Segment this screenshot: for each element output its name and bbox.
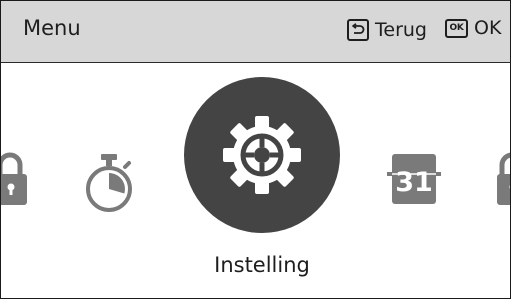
menu-carousel: Instelling 31 [1, 63, 510, 298]
ok-button[interactable]: OK OK [445, 19, 501, 38]
back-key-icon [347, 19, 369, 41]
stopwatch-icon[interactable] [81, 151, 137, 215]
selected-item-label: Instelling [214, 253, 310, 277]
back-button[interactable]: Terug [347, 19, 427, 41]
menu-screen: Menu Terug OK OK Instelling 31 [0, 0, 511, 299]
calendar-icon[interactable]: 31 [387, 154, 441, 204]
back-label: Terug [375, 18, 427, 41]
ok-key-icon: OK [445, 19, 468, 38]
padlock-icon[interactable] [497, 147, 511, 211]
page-title: Menu [23, 16, 81, 40]
header-bar: Menu Terug OK OK [1, 1, 510, 63]
ok-label: OK [474, 17, 502, 39]
padlock-icon[interactable] [0, 147, 29, 211]
gear-icon [223, 116, 301, 194]
selected-item-gear[interactable] [184, 77, 340, 233]
calendar-day-text: 31 [395, 167, 433, 198]
